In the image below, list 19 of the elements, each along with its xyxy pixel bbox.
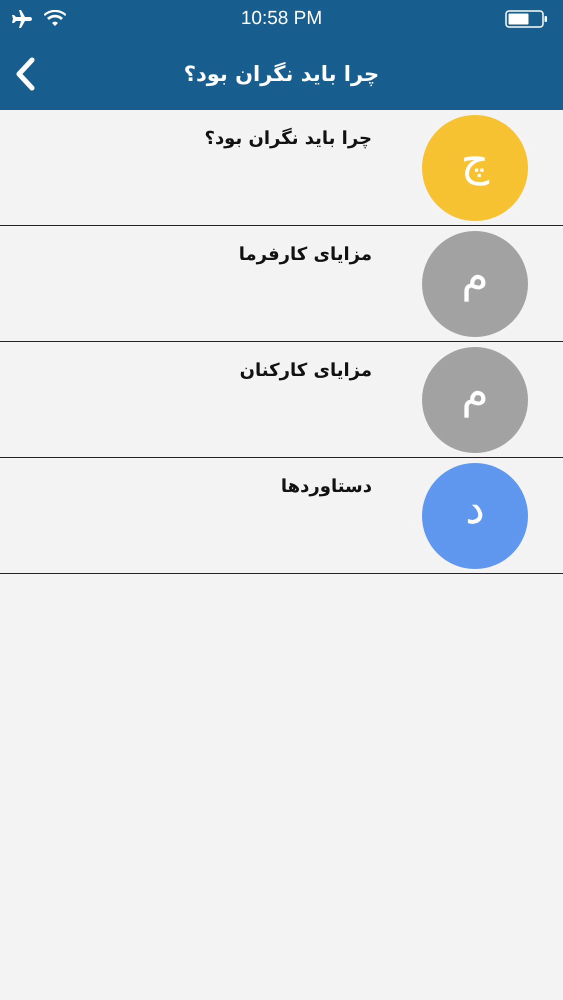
- letter-avatar: م: [422, 347, 528, 453]
- page-title: چرا باید نگران بود؟: [182, 62, 380, 86]
- item-title: چرا باید نگران بود؟: [204, 128, 372, 149]
- wifi-icon: [44, 10, 66, 28]
- letter-avatar: د: [422, 463, 528, 569]
- item-title: مزایای کارکنان: [240, 360, 372, 381]
- letter-avatar: چ: [422, 115, 528, 221]
- list-item[interactable]: چرا باید نگران بود؟ چ: [0, 110, 563, 226]
- list-item[interactable]: مزایای کارفرما م: [0, 226, 563, 342]
- letter-avatar: م: [422, 231, 528, 337]
- item-title: مزایای کارفرما: [238, 244, 372, 265]
- battery-icon: [505, 10, 549, 28]
- back-button[interactable]: [14, 57, 36, 91]
- list-item[interactable]: دستاوردها د: [0, 458, 563, 574]
- airplane-icon: [10, 9, 32, 29]
- item-title: دستاوردها: [280, 476, 372, 497]
- chevron-left-icon: [14, 57, 36, 91]
- list-item[interactable]: مزایای کارکنان م: [0, 342, 563, 458]
- status-time: 10:58 PM: [240, 8, 322, 30]
